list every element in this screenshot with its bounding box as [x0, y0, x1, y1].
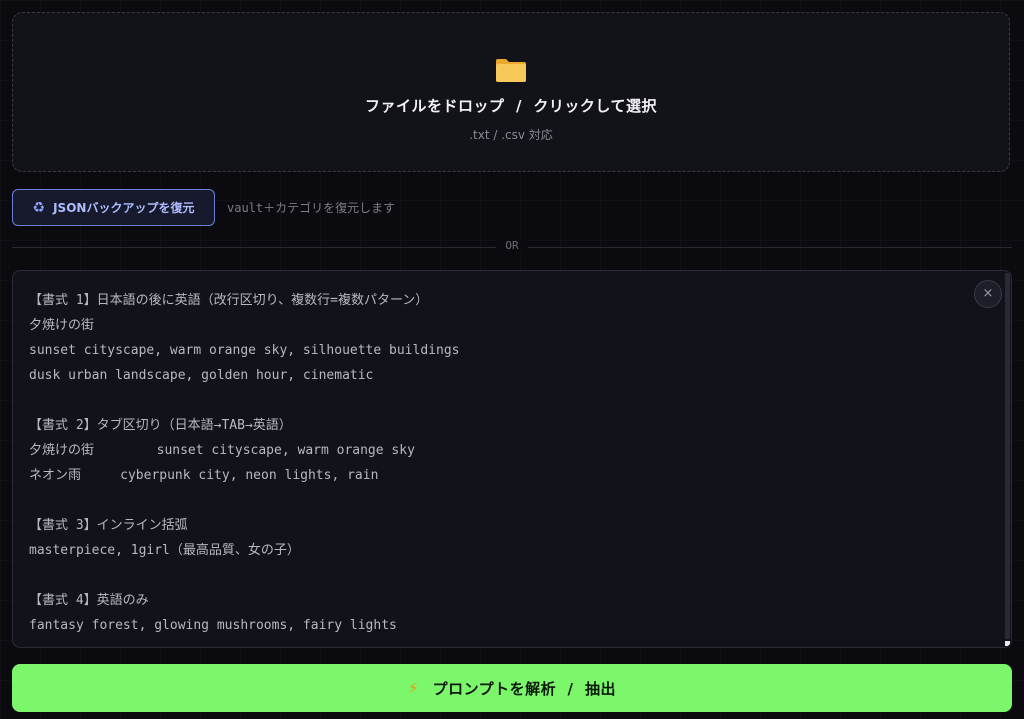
folder-icon	[496, 59, 526, 82]
prompt-textarea[interactable]: 【書式 1】日本語の後に英語（改行区切り、複数行=複数パターン） 夕焼けの街 sun…	[12, 270, 1012, 648]
restore-row: ♻ JSONバックアップを復元 vault＋カテゴリを復元します	[12, 189, 395, 226]
textarea-line	[29, 563, 971, 588]
textarea-line: 【書式 1】日本語の後に英語（改行区切り、複数行=複数パターン）	[29, 293, 429, 308]
resize-handle[interactable]	[1005, 641, 1010, 646]
textarea-line: 【書式 2】タブ区切り（日本語→TAB→英語）	[29, 418, 292, 433]
restore-hint: vault＋カテゴリを復元します	[227, 201, 396, 215]
textarea-line: ネオン雨 cyberpunk city, neon lights, rain	[29, 468, 379, 483]
dropzone-title: ファイルをドロップ / クリックして選択	[365, 97, 657, 115]
textarea-line: 【書式 3】インライン括弧	[29, 518, 188, 533]
textarea-line	[29, 488, 971, 513]
clear-button[interactable]: ×	[974, 280, 1002, 308]
restore-json-button[interactable]: ♻ JSONバックアップを復元	[12, 189, 215, 226]
textarea-line: 夕焼けの街 sunset cityscape, warm orange sky	[29, 443, 415, 458]
or-divider-label: OR	[496, 239, 528, 252]
textarea-line: dusk urban landscape, golden hour, cinem…	[29, 368, 374, 383]
analyze-extract-button[interactable]: ⚡ プロンプトを解析 / 抽出	[12, 664, 1012, 712]
textarea-line: masterpiece, 1girl（最高品質、女の子）	[29, 543, 300, 558]
textarea-line: fantasy forest, glowing mushrooms, fairy…	[29, 618, 397, 633]
bolt-icon: ⚡	[408, 679, 419, 697]
textarea-line: sunset cityscape, warm orange sky, silho…	[29, 343, 460, 358]
restore-button-label: JSONバックアップを復元	[53, 201, 195, 215]
textarea-line: 夕焼けの街	[29, 318, 95, 333]
file-dropzone[interactable]: ファイルをドロップ / クリックして選択 .txt / .csv 対応	[12, 12, 1010, 172]
textarea-line: 【書式 4】英語のみ	[29, 593, 149, 608]
dropzone-subtitle: .txt / .csv 対応	[469, 128, 553, 142]
recycle-icon: ♻	[32, 199, 46, 216]
textarea-content: 【書式 1】日本語の後に英語（改行区切り、複数行=複数パターン） 夕焼けの街 sun…	[29, 288, 971, 638]
textarea-scrollbar[interactable]	[1005, 273, 1010, 639]
textarea-line	[29, 388, 971, 413]
close-icon: ×	[982, 286, 994, 301]
analyze-button-label: プロンプトを解析 / 抽出	[432, 679, 616, 698]
